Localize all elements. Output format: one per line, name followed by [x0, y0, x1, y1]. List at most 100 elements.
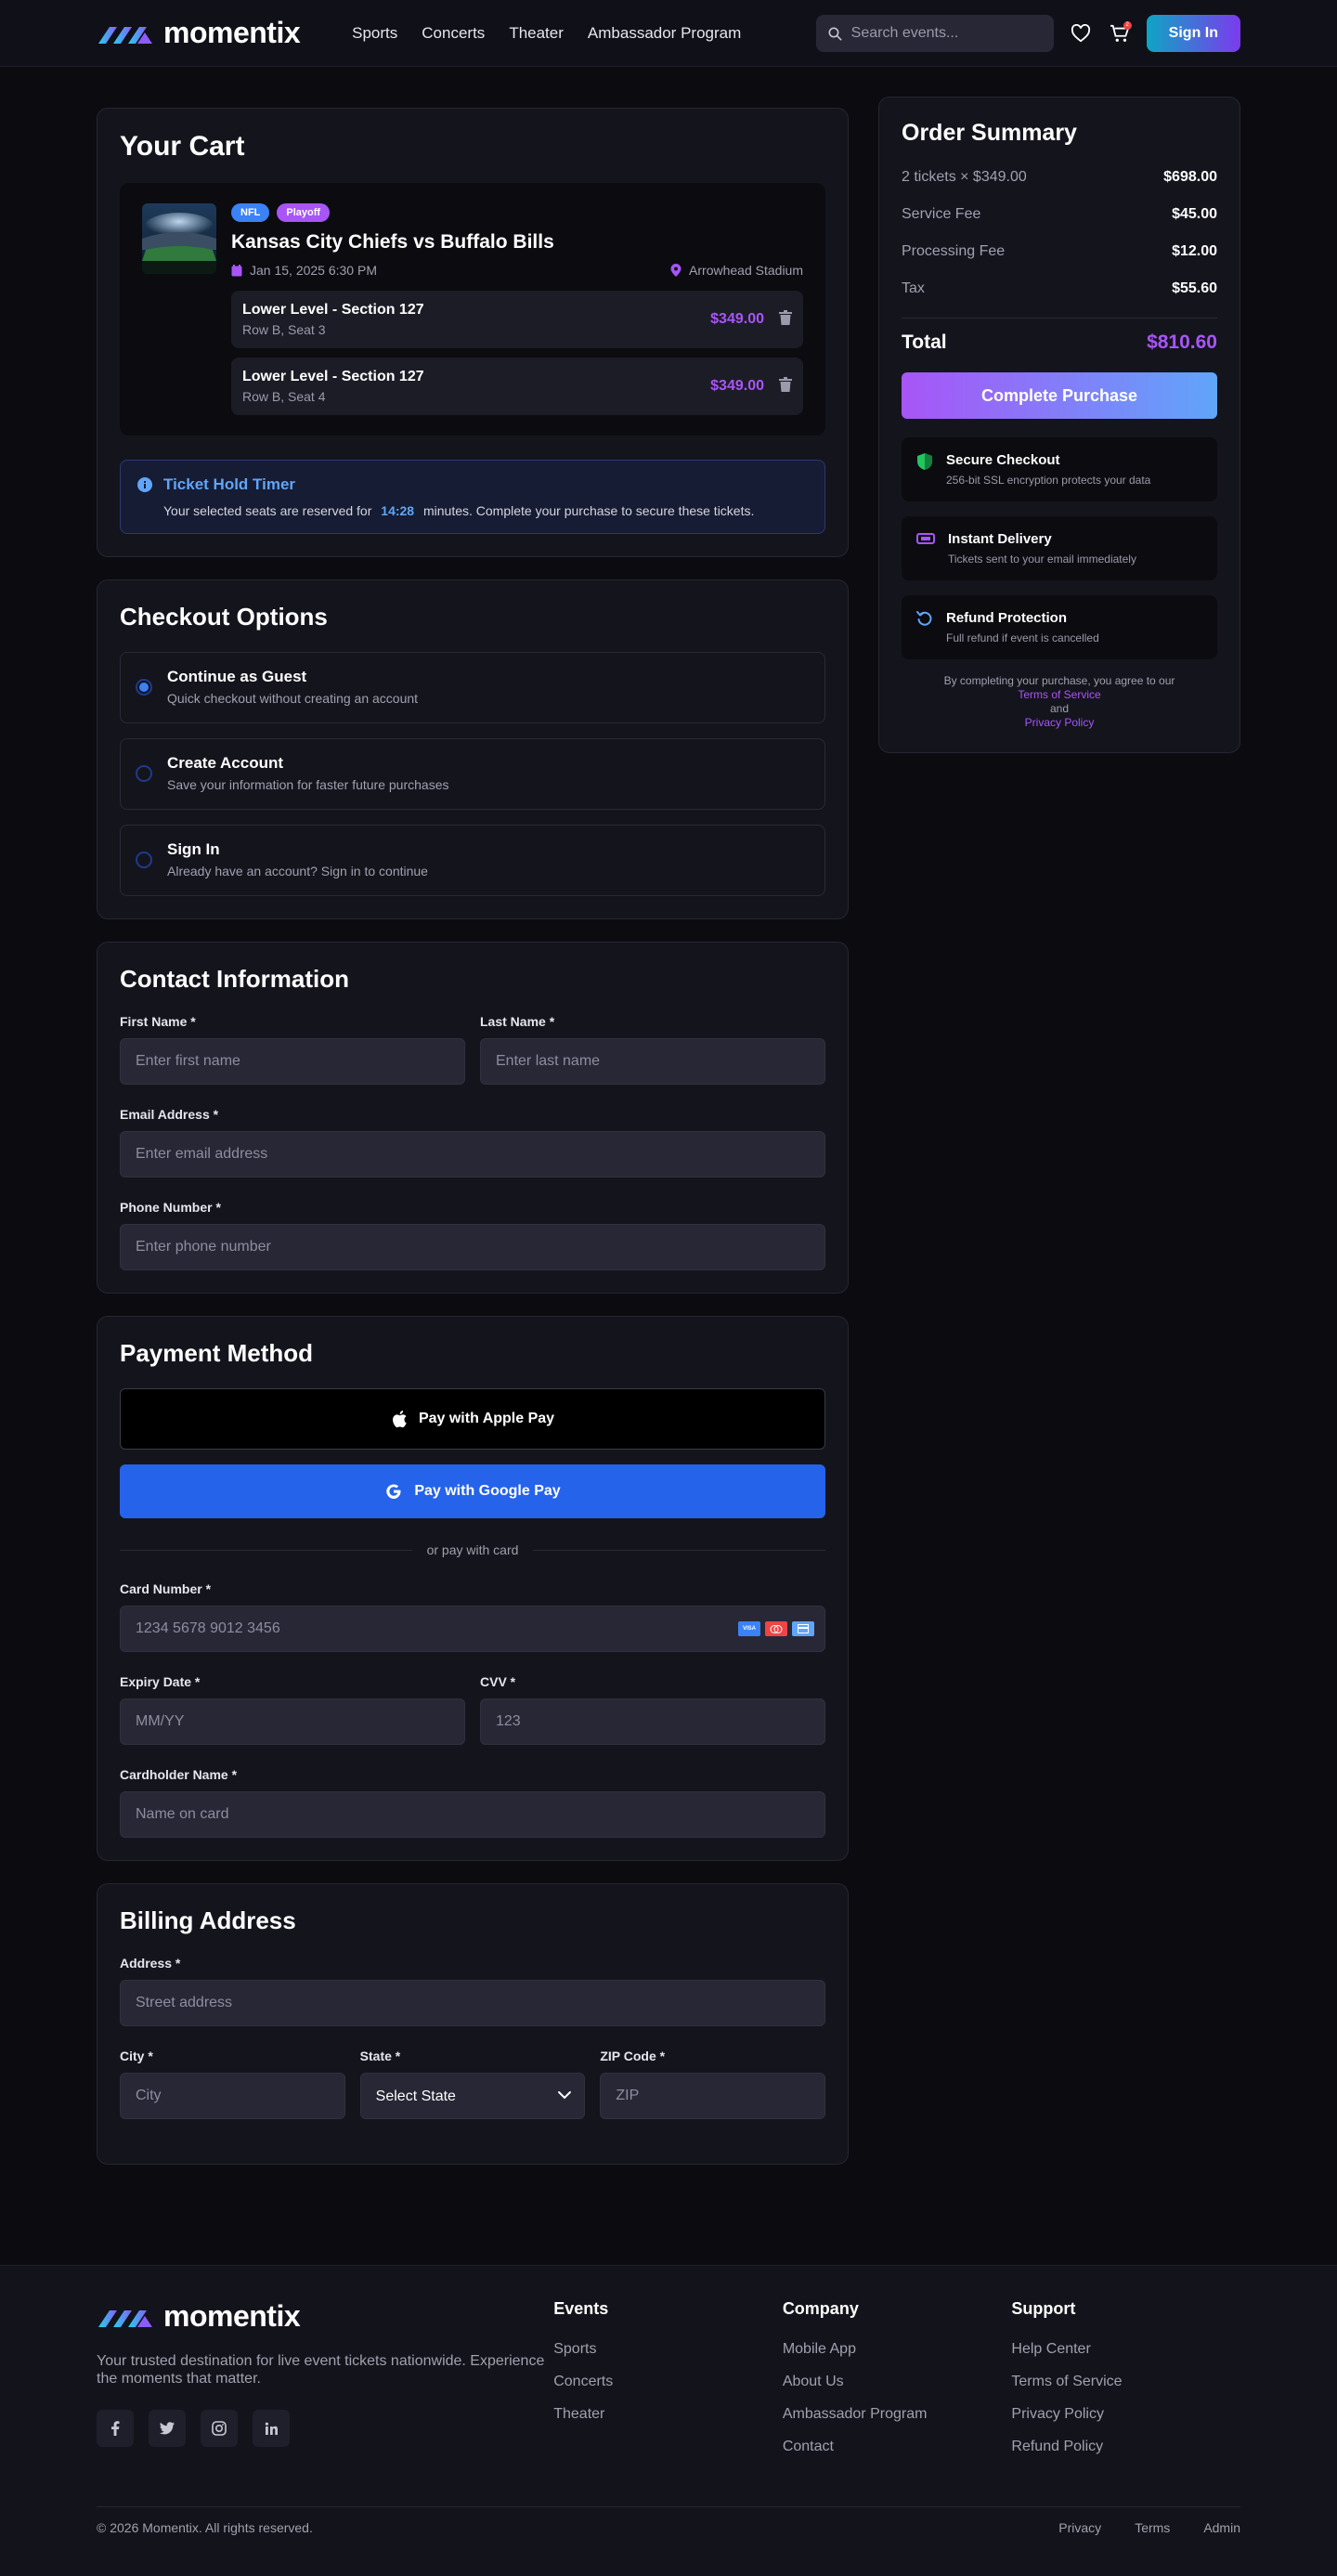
logo-mark-icon — [98, 26, 152, 44]
billing-title: Billing Address — [120, 1906, 296, 1934]
remove-ticket-button[interactable] — [779, 310, 792, 329]
event-title: Kansas City Chiefs vs Buffalo Bills — [231, 231, 554, 253]
option-sign-in[interactable]: Sign In Already have an account? Sign in… — [120, 825, 825, 896]
info-icon — [137, 477, 152, 492]
address-input[interactable] — [120, 1980, 825, 2026]
apple-pay-button[interactable]: Pay with Apple Pay — [120, 1388, 825, 1450]
summary-title: Order Summary — [902, 120, 1077, 146]
badge-league: NFL — [231, 203, 270, 222]
footer-col-events: Events Sports Concerts Theater — [553, 2299, 783, 2471]
state-select[interactable]: Select State — [359, 2073, 586, 2119]
wishlist-button[interactable] — [1069, 21, 1093, 46]
summary-label: 2 tickets × $349.00 — [902, 169, 1027, 185]
radio-create-account[interactable] — [136, 764, 152, 782]
footer-link-refund-policy[interactable]: Refund Policy — [1011, 2439, 1240, 2455]
option-title: Continue as Guest — [167, 668, 307, 685]
brand-logo[interactable]: momentix — [97, 16, 301, 50]
card-number-input[interactable] — [120, 1606, 825, 1652]
cart-button[interactable]: 2 — [1108, 20, 1132, 46]
terms-link[interactable]: Terms of Service — [902, 688, 1217, 702]
cardholder-group: Cardholder Name * — [120, 1767, 825, 1838]
footer-link-mobile-app[interactable]: Mobile App — [783, 2341, 1012, 2358]
cardholder-input[interactable] — [120, 1791, 825, 1838]
footer-description: Your trusted destination for live event … — [97, 2353, 545, 2387]
first-name-group: First Name * — [120, 1014, 465, 1085]
event-details: NFL Playoff Kansas City Chiefs vs Buffal… — [231, 203, 803, 415]
footer-logo[interactable]: momentix — [97, 2299, 553, 2334]
first-name-input[interactable] — [120, 1038, 465, 1085]
nav-link-ambassador[interactable]: Ambassador Program — [588, 24, 741, 43]
footer-link-help-center[interactable]: Help Center — [1011, 2341, 1240, 2358]
brand-name: momentix — [163, 16, 301, 49]
event-badges: NFL Playoff — [231, 203, 803, 222]
radio-sign-in[interactable] — [136, 851, 152, 868]
last-name-input[interactable] — [480, 1038, 825, 1085]
card-generic-icon — [798, 1624, 809, 1633]
cvv-input[interactable] — [480, 1698, 825, 1745]
feature-text: Refund Protection Full refund if event i… — [946, 610, 1099, 644]
state-select-wrap: Select State — [359, 2073, 586, 2119]
city-label: City * — [120, 2049, 153, 2063]
ticket-seat: Row B, Seat 4 — [242, 389, 326, 404]
footer-link-theater[interactable]: Theater — [553, 2406, 783, 2423]
footer-link-terms[interactable]: Terms of Service — [1011, 2374, 1240, 2390]
summary-label: Tax — [902, 280, 925, 296]
twitter-icon — [160, 2422, 175, 2435]
email-input[interactable] — [120, 1131, 825, 1177]
event-date-text: Jan 15, 2025 6:30 PM — [250, 263, 377, 278]
ticket-info: Lower Level - Section 127 Row B, Seat 4 — [242, 369, 710, 404]
footer-link-about-us[interactable]: About Us — [783, 2374, 1012, 2390]
ticket-section: Lower Level - Section 127 — [242, 302, 424, 318]
phone-input[interactable] — [120, 1224, 825, 1270]
feature-title: Refund Protection — [946, 610, 1067, 626]
address-group: Address * — [120, 1956, 825, 2026]
complete-purchase-button[interactable]: Complete Purchase — [902, 372, 1217, 419]
footer-link-concerts[interactable]: Concerts — [553, 2374, 783, 2390]
footer-link-contact[interactable]: Contact — [783, 2439, 1012, 2455]
footer-link-sports[interactable]: Sports — [553, 2341, 783, 2358]
facebook-icon — [111, 2421, 120, 2436]
ticket-item: Lower Level - Section 127 Row B, Seat 4 … — [231, 358, 803, 415]
google-pay-button[interactable]: Pay with Google Pay — [120, 1464, 825, 1518]
order-summary-column: Order Summary 2 tickets × $349.00 $698.0… — [878, 97, 1240, 2165]
facebook-link[interactable] — [97, 2410, 134, 2447]
remove-ticket-button[interactable] — [779, 377, 792, 396]
nav-link-theater[interactable]: Theater — [509, 24, 564, 43]
event-meta: Jan 15, 2025 6:30 PM Arrowhead Stadium — [231, 263, 803, 278]
nav-link-concerts[interactable]: Concerts — [422, 24, 485, 43]
event-venue-text: Arrowhead Stadium — [689, 263, 803, 278]
bottom-link-privacy[interactable]: Privacy — [1058, 2520, 1101, 2535]
search-input[interactable] — [850, 24, 1037, 42]
bottom-link-terms[interactable]: Terms — [1135, 2520, 1170, 2535]
nav-actions: 2 Sign In — [815, 14, 1240, 52]
radio-guest[interactable] — [136, 678, 152, 696]
footer-link-ambassador[interactable]: Ambassador Program — [783, 2406, 1012, 2423]
trash-icon — [779, 377, 792, 392]
footer-link-privacy-policy[interactable]: Privacy Policy — [1011, 2406, 1240, 2423]
bottom-link-admin[interactable]: Admin — [1203, 2520, 1240, 2535]
expiry-group: Expiry Date * — [120, 1674, 465, 1745]
nav-link-sports[interactable]: Sports — [352, 24, 397, 43]
option-create-account[interactable]: Create Account Save your information for… — [120, 738, 825, 810]
linkedin-link[interactable] — [253, 2410, 290, 2447]
instagram-link[interactable] — [201, 2410, 238, 2447]
cart-count-badge: 2 — [1123, 20, 1132, 30]
payment-title: Payment Method — [120, 1339, 314, 1367]
event-venue: Arrowhead Stadium — [670, 263, 803, 278]
zip-input[interactable] — [600, 2073, 826, 2119]
footer-bottom: © 2026 Momentix. All rights reserved. Pr… — [97, 2506, 1240, 2535]
privacy-link[interactable]: Privacy Policy — [902, 716, 1217, 730]
cardholder-label: Cardholder Name * — [120, 1767, 238, 1782]
last-name-group: Last Name * — [480, 1014, 825, 1107]
option-guest[interactable]: Continue as Guest Quick checkout without… — [120, 652, 825, 723]
option-desc: Quick checkout without creating an accou… — [167, 691, 419, 706]
amex-icon — [792, 1621, 814, 1636]
twitter-link[interactable] — [149, 2410, 186, 2447]
calendar-icon — [231, 264, 242, 276]
feature-desc: Tickets sent to your email immediately — [948, 553, 1136, 566]
summary-row-service-fee: Service Fee $45.00 — [902, 206, 1217, 223]
sign-in-button[interactable]: Sign In — [1146, 14, 1240, 52]
feature-refund-protection: Refund Protection Full refund if event i… — [902, 595, 1217, 659]
city-input[interactable] — [120, 2073, 345, 2119]
expiry-input[interactable] — [120, 1698, 465, 1745]
